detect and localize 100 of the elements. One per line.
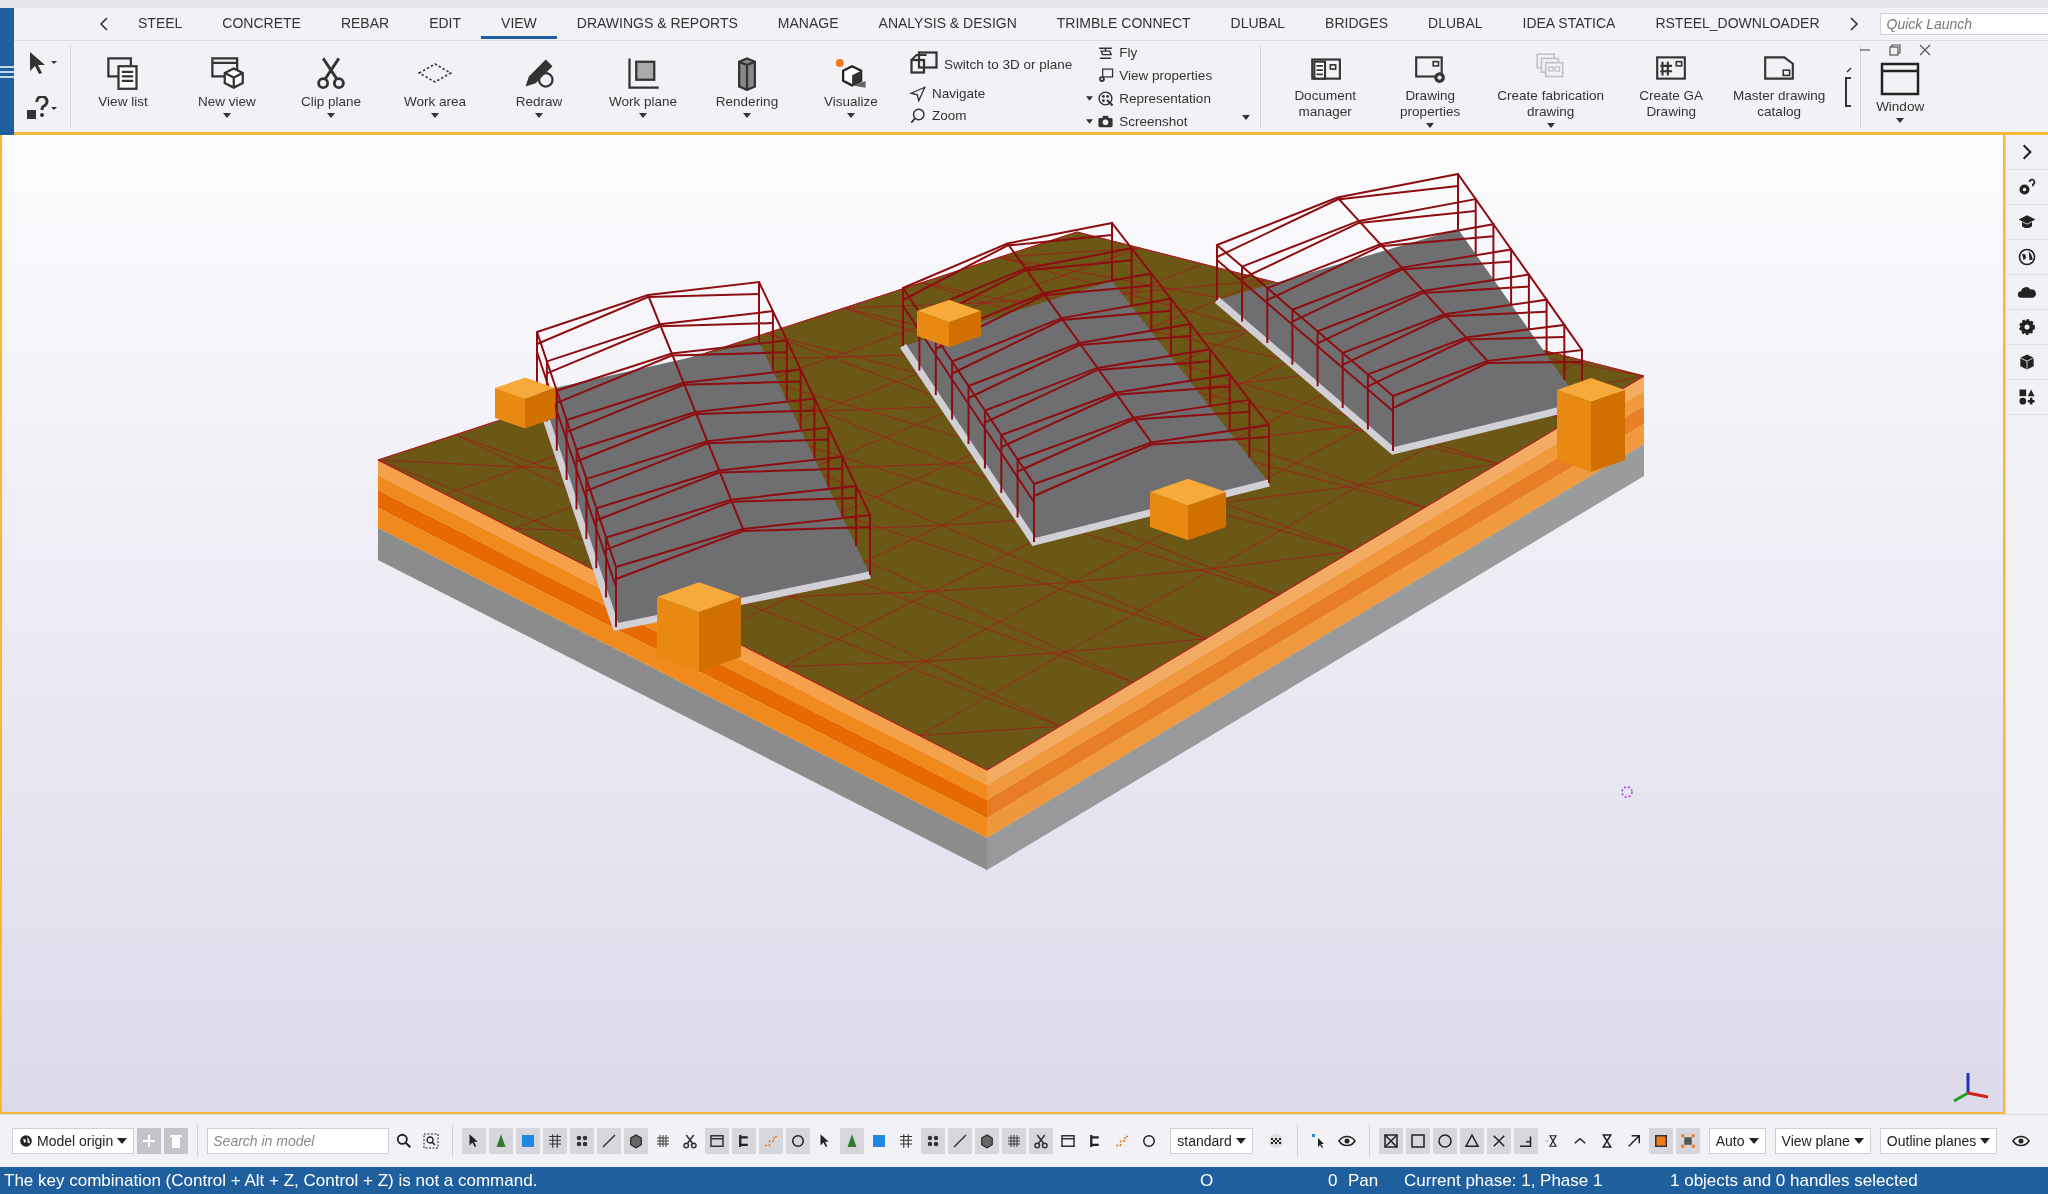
search-field[interactable]: Search in model bbox=[207, 1128, 390, 1154]
ribbon-tab[interactable]: ANALYSIS & DESIGN bbox=[858, 9, 1037, 39]
snap-toggle-button[interactable] bbox=[1513, 1128, 1538, 1154]
snap-toggle-button[interactable] bbox=[1459, 1128, 1484, 1154]
ribbon-tab[interactable]: DLUBAL bbox=[1408, 9, 1503, 39]
toolbar-toggle-button[interactable] bbox=[948, 1128, 973, 1154]
shapes-icon bbox=[2017, 387, 2037, 407]
toolbar-toggle-button[interactable] bbox=[921, 1128, 946, 1154]
ribbon-button[interactable]: Create GA Drawing bbox=[1626, 41, 1717, 132]
gear-icon bbox=[2017, 317, 2037, 337]
snap-toggle-button[interactable] bbox=[1378, 1128, 1403, 1154]
model-origin-dropdown[interactable]: Model origin bbox=[12, 1128, 135, 1154]
ribbon-small-button[interactable]: Screenshot bbox=[1097, 111, 1188, 131]
ribbon-small-button[interactable]: Fly bbox=[1097, 42, 1138, 62]
toolbar-toggle-button[interactable] bbox=[1029, 1128, 1054, 1154]
toolbar-toggle-button[interactable] bbox=[516, 1128, 541, 1154]
corner-marks-icon bbox=[1678, 1132, 1697, 1150]
menu-button[interactable] bbox=[0, 8, 14, 135]
ribbon-button[interactable]: Drawing properties bbox=[1385, 41, 1476, 132]
status-count: 0 bbox=[1328, 1170, 1339, 1191]
ribbon-tab[interactable]: BRIDGES bbox=[1305, 9, 1409, 39]
toolbar-toggle-button[interactable] bbox=[570, 1128, 595, 1154]
toolbar-toggle-button[interactable] bbox=[597, 1128, 622, 1154]
model-viewport[interactable] bbox=[0, 135, 2005, 1114]
ribbon-button[interactable]: New view bbox=[175, 41, 279, 132]
scissors-icon bbox=[1032, 1132, 1051, 1150]
toolbar-toggle-button[interactable] bbox=[462, 1128, 487, 1154]
gear-question-icon bbox=[2017, 177, 2037, 197]
trash-icon bbox=[170, 1134, 183, 1148]
snap-toggle-button[interactable] bbox=[1432, 1128, 1457, 1154]
ribbon-small-button[interactable]: Zoom bbox=[909, 105, 1073, 126]
zoom-box-icon[interactable] bbox=[423, 1133, 440, 1149]
cursor-marker-icon bbox=[1621, 786, 1633, 798]
ribbon-tab[interactable]: DRAWINGS & REPORTS bbox=[556, 9, 758, 39]
close-icon[interactable] bbox=[1919, 44, 1932, 56]
status-marker: O bbox=[1200, 1170, 1215, 1191]
line-icon bbox=[600, 1132, 619, 1150]
caret-icon bbox=[1242, 115, 1251, 120]
ribbon-small-button[interactable]: Representation bbox=[1097, 88, 1211, 108]
checker-icon[interactable] bbox=[1267, 1133, 1284, 1149]
toolbar-toggle-button[interactable] bbox=[840, 1128, 865, 1154]
caret-icon bbox=[1235, 1138, 1246, 1144]
status-message: The key combination (Control + Alt + Z, Control + Z) is not a command. bbox=[3, 1170, 539, 1191]
status-mode: Pan bbox=[1348, 1170, 1380, 1191]
toolbar-toggle-button[interactable] bbox=[975, 1128, 1000, 1154]
ribbon-small-button[interactable]: Switch to 3D or plane bbox=[909, 47, 1073, 82]
ribbon-tab[interactable]: RSTEEL_DOWNLOADER bbox=[1635, 9, 1840, 39]
help-tool-button[interactable] bbox=[26, 95, 58, 122]
zoom-icon bbox=[909, 106, 927, 125]
snap-toggle-button[interactable] bbox=[1675, 1128, 1700, 1154]
render-mode-dropdown[interactable]: standard bbox=[1170, 1128, 1253, 1154]
ribbon-button[interactable]: Visualize bbox=[799, 41, 903, 132]
ribbon-tab[interactable]: CONCRETE bbox=[202, 9, 321, 39]
toolbar-dropdown[interactable]: Auto bbox=[1708, 1128, 1766, 1154]
ribbon-tab[interactable]: STEEL bbox=[118, 9, 203, 39]
ribbon-button[interactable]: Master drawing catalog bbox=[1724, 41, 1835, 132]
toolbar-toggle-button[interactable] bbox=[705, 1128, 730, 1154]
snap-toggle-button[interactable] bbox=[1648, 1128, 1673, 1154]
toolbar-toggle-button[interactable] bbox=[1002, 1128, 1027, 1154]
ribbon-small-button[interactable]: View properties bbox=[1097, 65, 1213, 85]
toolbar-toggle-button[interactable] bbox=[543, 1128, 568, 1154]
ribbon-button[interactable]: Redraw bbox=[487, 41, 591, 132]
toolbar-dropdown[interactable]: Outline planes bbox=[1879, 1128, 1998, 1154]
snap-toggle-button[interactable] bbox=[1486, 1128, 1511, 1154]
ribbon-tab[interactable]: MANAGE bbox=[757, 9, 859, 39]
caret-icon bbox=[1748, 1138, 1759, 1144]
status-selection: 1 objects and 0 handles selected bbox=[1670, 1170, 1918, 1191]
toolbar-toggle-button[interactable] bbox=[786, 1128, 811, 1154]
square-icon bbox=[1408, 1132, 1427, 1150]
ribbon-button[interactable]: View list bbox=[71, 41, 175, 132]
ribbon-tab[interactable]: REBAR bbox=[320, 9, 410, 39]
toolbar-toggle-button[interactable] bbox=[489, 1128, 514, 1154]
ribbon-button[interactable]: Document manager bbox=[1275, 41, 1376, 132]
ribbon-small-button[interactable]: Navigate bbox=[909, 83, 1073, 104]
eye-icon[interactable] bbox=[2012, 1134, 2031, 1148]
ribbon-button[interactable]: Work plane bbox=[591, 41, 695, 132]
ribbon-tab[interactable]: VIEW bbox=[481, 9, 557, 39]
line-icon bbox=[951, 1132, 970, 1150]
search-icon[interactable] bbox=[396, 1133, 413, 1149]
toolbar-toggle-button[interactable] bbox=[732, 1128, 757, 1154]
ribbon-button[interactable]: Rendering bbox=[695, 41, 799, 132]
toolbar-toggle-button[interactable] bbox=[624, 1128, 649, 1154]
chevron-left-icon bbox=[99, 17, 109, 31]
ribbon-button[interactable]: Work area bbox=[383, 41, 487, 132]
toolbar-dropdown[interactable]: View plane bbox=[1774, 1128, 1871, 1154]
eye-icon[interactable] bbox=[1337, 1134, 1356, 1148]
pointer-dropdown-icon bbox=[27, 51, 57, 76]
select-tool-button[interactable] bbox=[27, 51, 57, 76]
navigate-arrow-icon bbox=[909, 84, 927, 103]
ribbon-tab[interactable]: DLUBAL bbox=[1210, 9, 1306, 39]
snap-toggle-button[interactable] bbox=[1405, 1128, 1430, 1154]
ribbon-tab[interactable]: IDEA STATICA bbox=[1502, 9, 1636, 39]
ribbon-tab[interactable]: TRIMBLE CONNECT bbox=[1036, 9, 1211, 39]
ribbon-tab[interactable]: EDIT bbox=[409, 9, 482, 39]
toolbar-toggle-button[interactable] bbox=[759, 1128, 784, 1154]
ribbon-button[interactable]: Clip plane bbox=[279, 41, 383, 132]
restore-icon[interactable] bbox=[1889, 44, 1902, 56]
window-button[interactable]: Window bbox=[1876, 56, 1925, 123]
quick-launch-field[interactable]: Quick Launch bbox=[1879, 13, 2048, 35]
pointer-icon[interactable] bbox=[1310, 1133, 1327, 1149]
